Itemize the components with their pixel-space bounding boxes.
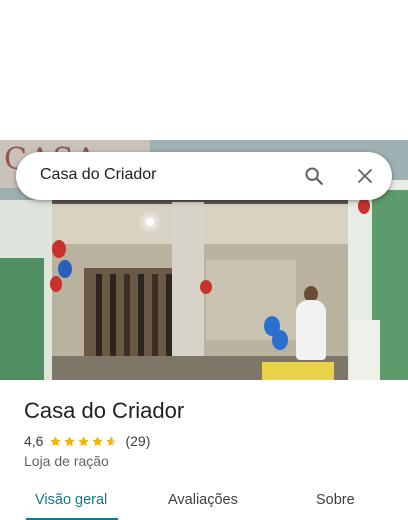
balloon [50, 276, 62, 292]
tab-bar: Visão geral Avaliações Sobre [0, 486, 408, 520]
place-category[interactable]: Loja de ração [24, 453, 109, 469]
store-column [172, 202, 204, 380]
review-count[interactable]: (29) [125, 433, 150, 449]
star-icon [92, 435, 104, 446]
search-button[interactable] [298, 160, 330, 192]
search-bar[interactable]: Casa do Criador [16, 152, 392, 200]
tab-reviews[interactable]: Avaliações [168, 492, 238, 508]
balloon [200, 280, 212, 294]
balloon [58, 260, 72, 278]
tab-overview[interactable]: Visão geral [35, 492, 107, 508]
rating-value: 4,6 [24, 433, 44, 449]
star-icon [64, 435, 76, 446]
store-door [350, 320, 380, 380]
star-icon [78, 435, 90, 446]
person [296, 300, 326, 360]
search-input[interactable]: Casa do Criador [40, 166, 157, 184]
close-icon [358, 169, 372, 183]
search-icon [305, 167, 323, 185]
place-title: Casa do Criador [24, 398, 185, 423]
balloon [358, 198, 370, 214]
balloon [272, 330, 288, 350]
star-icon [106, 435, 118, 446]
hanging-rack [96, 274, 102, 360]
map-blank-area [0, 0, 408, 140]
balloon [52, 240, 66, 258]
tab-about[interactable]: Sobre [316, 492, 355, 508]
star-rating [49, 435, 119, 448]
ceiling-lamp [146, 218, 154, 226]
store-shelf-right [206, 260, 296, 340]
storefront-wall-left-green [0, 258, 44, 380]
rating-row[interactable]: 4,6 (29) [24, 432, 150, 450]
close-button[interactable] [349, 160, 381, 192]
star-icon [50, 435, 62, 446]
store-counter [262, 362, 334, 380]
